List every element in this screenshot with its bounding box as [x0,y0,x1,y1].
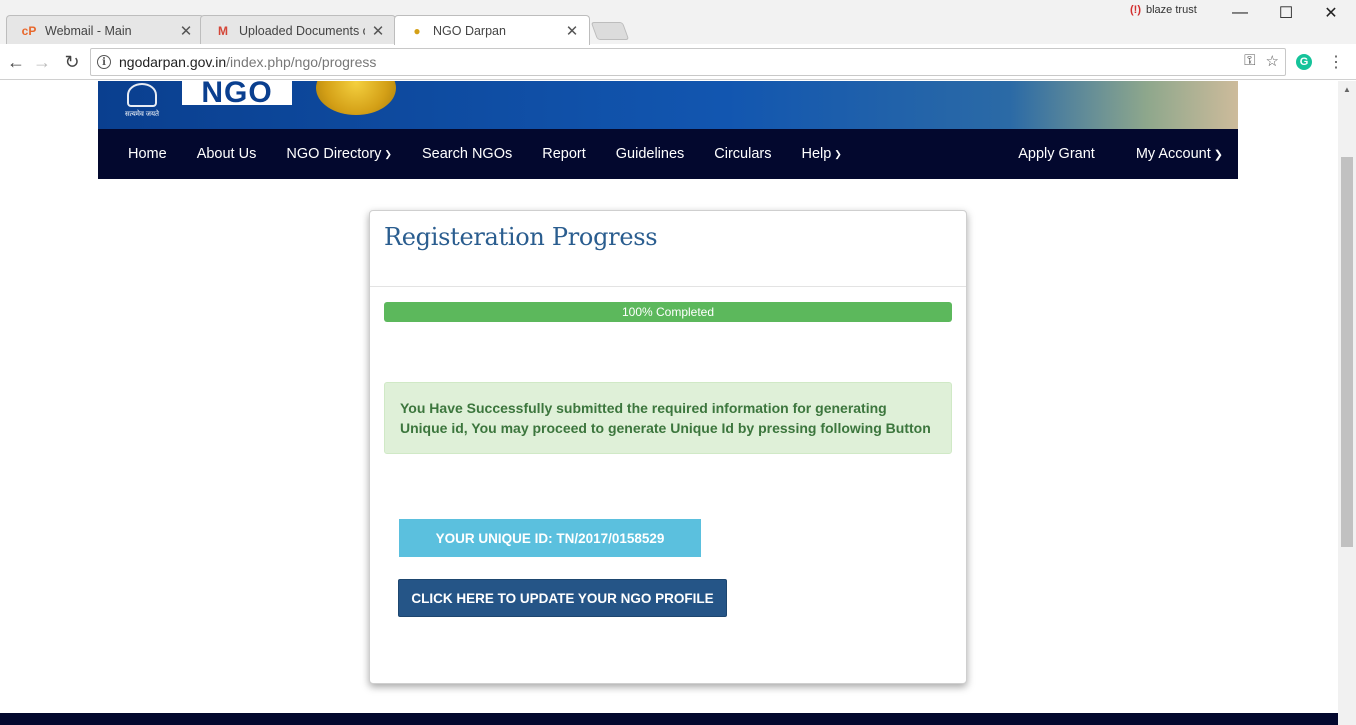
profile-chip[interactable]: (!) blaze trust [1130,4,1197,16]
tab-uploaded-documents[interactable]: M Uploaded Documents of ✕ [200,15,396,45]
star-icon[interactable]: ☆ [1266,52,1279,70]
nav-label: My Account [1135,146,1211,162]
window-close-button[interactable]: ✕ [1311,2,1351,24]
nav-about-us[interactable]: About Us [182,146,272,162]
nav-help[interactable]: Help ❯ [786,146,856,162]
forward-button[interactable]: → [30,50,54,74]
progress-fill: 100% Completed [384,302,952,322]
tab-webmail[interactable]: cP Webmail - Main ✕ [6,15,204,45]
nav-label: Apply Grant [1018,146,1095,162]
nav-apply-grant[interactable]: Apply Grant [988,146,1121,162]
divider [370,286,966,287]
scroll-up-icon[interactable]: ▲ [1338,81,1356,97]
progress-bar: 100% Completed [384,302,952,322]
nav-label: NGO Directory [286,146,382,162]
reload-button[interactable]: ↻ [60,50,84,74]
grammarly-icon[interactable]: G [1296,54,1312,70]
nav-ngo-directory[interactable]: NGO Directory ❯ [271,146,407,162]
reload-icon: ↻ [64,51,80,72]
maximize-button[interactable]: ☐ [1266,2,1306,24]
maximize-icon: ☐ [1278,5,1294,22]
emblem-caption: सत्यमेव जयते [124,111,160,118]
key-icon[interactable]: ⚿ [1244,52,1255,70]
success-alert: You Have Successfully submitted the requ… [384,382,952,454]
cpanel-icon: cP [21,23,37,38]
nav-label: Circulars [714,146,772,162]
back-button[interactable]: ← [4,50,28,74]
info-icon[interactable]: i [97,55,111,69]
nav-right-group: Apply Grant My Account ❯ [988,146,1238,162]
site-banner: सत्यमेव जयते NGO [98,81,1238,129]
tab-title: Webmail - Main [45,23,132,38]
unique-id-button[interactable]: YOUR UNIQUE ID: TN/2017/0158529 [399,519,701,557]
scroll-thumb[interactable] [1341,157,1353,547]
darpan-logo-icon [316,81,396,115]
tab-title: Uploaded Documents of [239,23,365,38]
emblem-shape [127,83,157,107]
arrow-left-icon: ← [7,51,25,72]
tab-ngo-darpan[interactable]: ● NGO Darpan ✕ [394,15,590,45]
url-path: /index.php/ngo/progress [226,54,377,70]
close-icon: ✕ [1324,5,1338,22]
minimize-button[interactable]: — [1220,2,1260,24]
nav-label: Guidelines [615,146,685,162]
nav-report[interactable]: Report [527,146,601,162]
update-ngo-profile-button[interactable]: CLICK HERE TO UPDATE YOUR NGO PROFILE [398,579,727,617]
browser-titlebar: cP Webmail - Main ✕ M Uploaded Documents… [0,0,1356,45]
gmail-icon: M [218,23,228,38]
chevron-down-icon: ❯ [384,148,392,159]
registration-progress-panel: Registeration Progress 100% Completed Yo… [369,210,967,684]
page-scrollbar[interactable]: ▲ [1338,81,1356,725]
profile-icon: (!) [1130,4,1141,16]
nav-circulars[interactable]: Circulars [699,146,786,162]
close-icon[interactable]: ✕ [371,22,385,40]
nav-search-ngos[interactable]: Search NGOs [407,146,527,162]
nav-label: Home [128,146,167,162]
nav-label: Report [542,146,586,162]
national-emblem-icon: सत्यमेव जयते [120,83,164,123]
close-icon[interactable]: ✕ [179,22,193,40]
nav-home[interactable]: Home [98,146,182,162]
nav-guidelines[interactable]: Guidelines [601,146,700,162]
arrow-right-icon: → [33,51,51,72]
new-tab-button[interactable] [590,22,630,40]
minimize-icon: — [1232,4,1248,21]
browser-toolbar: ← → ↻ i ngodarpan.gov.in/index.php/ngo/p… [0,44,1356,80]
darpan-favicon-icon: ● [413,23,421,38]
chevron-down-icon: ❯ [834,148,842,159]
nav-my-account[interactable]: My Account ❯ [1121,146,1238,162]
nav-label: Search NGOs [421,146,513,162]
close-icon[interactable]: ✕ [565,22,579,40]
profile-name: blaze trust [1146,4,1197,16]
chevron-down-icon: ❯ [1213,148,1223,161]
nav-label: About Us [196,146,257,162]
url-host: ngodarpan.gov.in [119,54,227,70]
menu-dots-icon[interactable]: ⋮ [1328,52,1344,72]
main-navigation: Home About Us NGO Directory ❯ Search NGOs… [98,129,1238,179]
page-viewport: सत्यमेव जयते NGO Home About Us NGO Direc… [0,81,1338,725]
ngo-logo[interactable]: NGO [182,81,292,105]
nav-label: Help [801,146,832,162]
site-footer [0,713,1338,725]
page-title: Registeration Progress [384,223,658,251]
address-bar[interactable]: i ngodarpan.gov.in/index.php/ngo/progres… [90,48,1286,76]
tab-title: NGO Darpan [433,23,506,38]
